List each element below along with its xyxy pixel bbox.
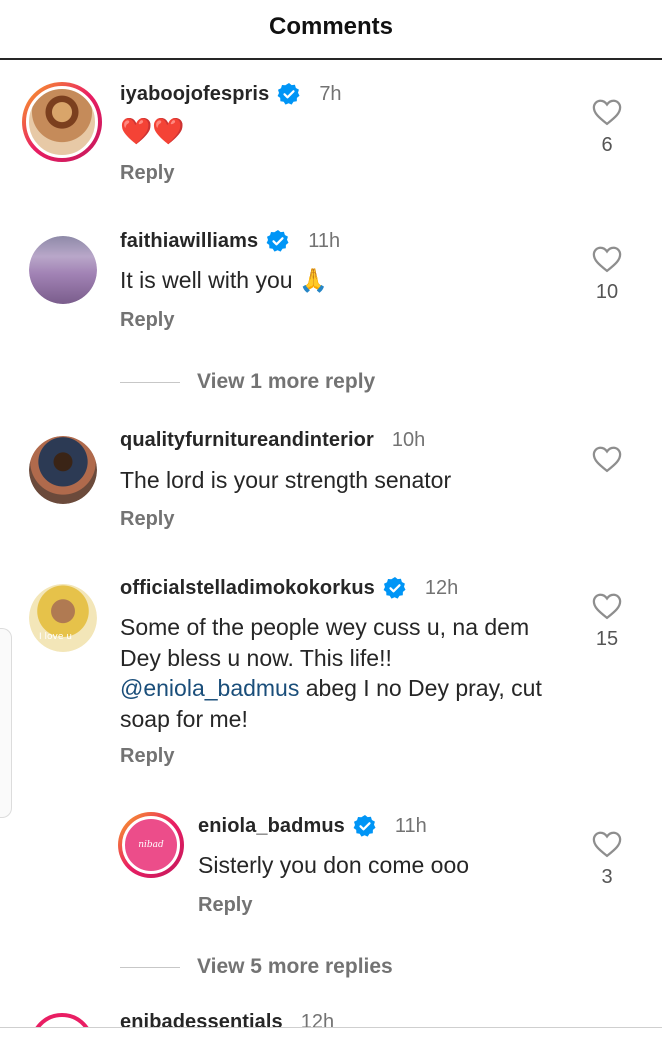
page-title: Comments <box>268 13 394 40</box>
avatar[interactable] <box>29 236 97 304</box>
reply-item: nibad eniola_badmus 11h Sisterly you don… <box>0 810 662 930</box>
avatar-logo-text: nibad <box>138 840 164 850</box>
comment-timestamp: 11h <box>394 814 427 837</box>
side-scroll-handle[interactable] <box>0 628 12 818</box>
comment-username[interactable]: faithiawilliams <box>120 230 258 253</box>
like-count: 3 <box>601 866 613 888</box>
reply-button[interactable]: Reply <box>120 745 174 768</box>
reply-button[interactable]: Reply <box>198 894 252 917</box>
reply-button[interactable]: Reply <box>120 309 174 332</box>
comment-item: I love u officialstelladimokokorkus 12h … <box>0 572 662 772</box>
avatar[interactable] <box>30 1013 94 1027</box>
avatar[interactable]: nibad <box>118 812 184 878</box>
view-more-label: View 1 more reply <box>197 370 376 393</box>
like-button[interactable]: 3 <box>587 830 627 889</box>
comment-item: iyaboojofespris 7h ❤️❤️ Reply 6 <box>0 78 662 208</box>
comment-timestamp: 10h <box>391 429 426 451</box>
like-count: 10 <box>595 281 619 303</box>
comment-text: ❤️❤️ <box>120 116 185 146</box>
view-more-label: View 5 more replies <box>197 955 393 978</box>
like-button[interactable]: 15 <box>587 592 627 651</box>
comment-item: faithiawilliams 11h It is well with you … <box>0 225 662 345</box>
verified-badge-icon <box>353 815 376 837</box>
comments-header: Comments <box>0 0 662 60</box>
comment-text: It is well with you 🙏 <box>120 267 328 293</box>
comment-username[interactable]: officialstelladimokokorkus <box>120 577 375 600</box>
comment-item: qualityfurnitureandinterior 10h The lord… <box>0 425 662 545</box>
divider <box>120 966 180 968</box>
reply-button[interactable]: Reply <box>120 162 174 185</box>
comment-username[interactable]: qualityfurnitureandinterior <box>120 429 374 452</box>
view-more-replies-button[interactable]: View 1 more reply <box>120 370 375 394</box>
comment-text-part: Some of the people wey cuss u, na dem De… <box>120 614 530 671</box>
divider <box>120 381 180 383</box>
divider <box>0 1027 662 1028</box>
mention-link[interactable]: @eniola_badmus <box>120 675 299 701</box>
heart-icon <box>592 831 622 858</box>
heart-icon <box>592 446 622 473</box>
like-button[interactable]: 10 <box>587 245 627 304</box>
comment-item-partial: enibadessentials 12h <box>0 1005 662 1027</box>
comment-username[interactable]: enibadessentials <box>120 1011 283 1027</box>
avatar-caption: I love u <box>39 632 72 642</box>
verified-badge-icon <box>277 83 300 105</box>
avatar[interactable] <box>29 436 97 504</box>
comment-timestamp: 12h <box>300 1011 335 1027</box>
like-button[interactable]: 6 <box>587 98 627 157</box>
comment-username[interactable]: iyaboojofespris <box>120 83 269 106</box>
comment-username[interactable]: eniola_badmus <box>198 815 345 838</box>
like-count: 6 <box>601 134 613 156</box>
comment-timestamp: 12h <box>424 576 459 599</box>
comment-timestamp: 7h <box>319 82 342 105</box>
verified-badge-icon <box>266 230 289 252</box>
avatar[interactable] <box>22 82 102 162</box>
comment-timestamp: 11h <box>308 229 341 252</box>
heart-icon <box>592 246 622 273</box>
like-count: 15 <box>595 628 619 650</box>
comment-text: Sisterly you don come ooo <box>198 852 470 878</box>
view-more-replies-button[interactable]: View 5 more replies <box>120 955 393 979</box>
avatar[interactable]: I love u <box>29 584 97 652</box>
heart-icon <box>592 593 622 620</box>
reply-button[interactable]: Reply <box>120 508 174 531</box>
verified-badge-icon <box>383 577 406 599</box>
comment-text: The lord is your strength senator <box>120 467 452 493</box>
comment-text: Some of the people wey cuss u, na dem De… <box>120 612 560 734</box>
heart-icon <box>592 99 622 126</box>
like-button[interactable] <box>587 445 627 473</box>
